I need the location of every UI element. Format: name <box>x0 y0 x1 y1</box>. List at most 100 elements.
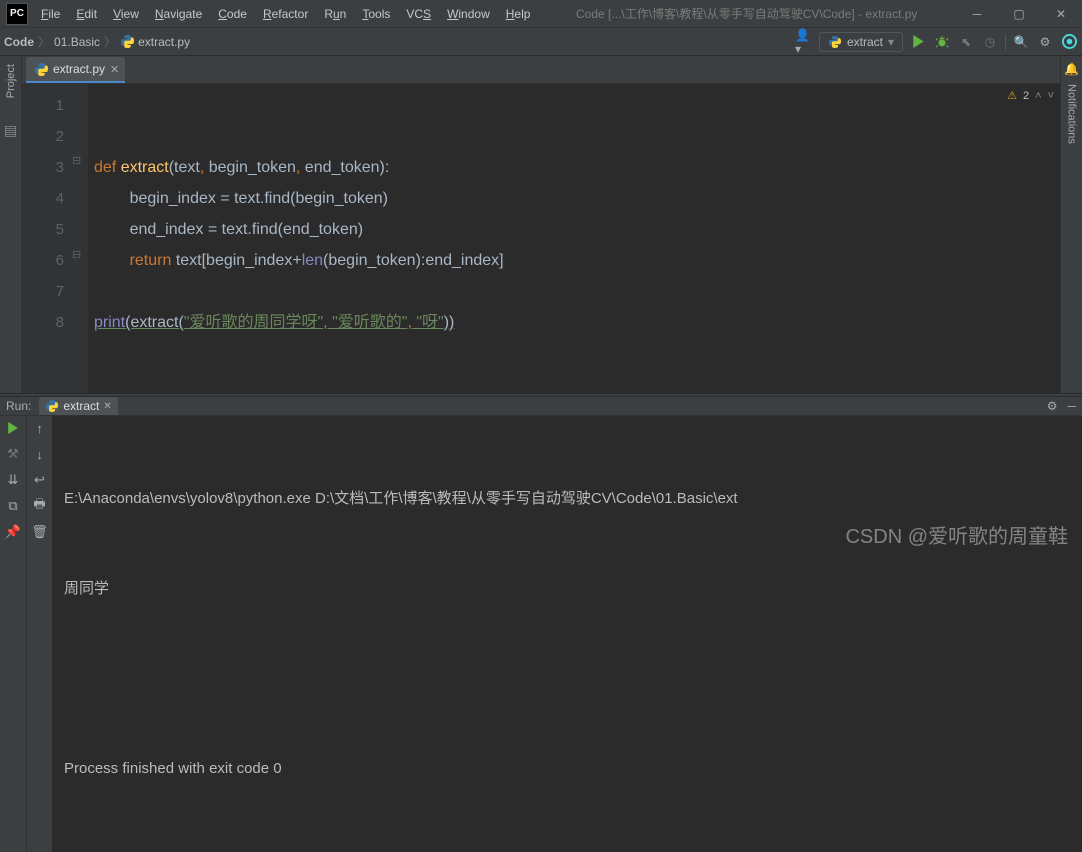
fold-start-icon[interactable]: ⊟ <box>72 154 81 167</box>
run-config-selector[interactable]: extract ▾ <box>819 32 903 52</box>
line-num: 8 <box>22 307 64 338</box>
line-num: 1 <box>22 90 64 121</box>
code-with-me-icon[interactable] <box>1060 33 1078 51</box>
inspection-widget[interactable]: ⚠ 2 ˄ ˅ <box>1007 89 1054 102</box>
profile-button[interactable]: ◷ <box>981 33 999 51</box>
run-panel: Run: extract ✕ ⚙ ─ ⚒ ⇊ ⧉ 📌 ↑ ↓ ↩ 🖶 🗑 E:\… <box>0 397 1082 575</box>
minimize-button[interactable]: ─ <box>956 0 998 28</box>
console-line: Process finished with exit code 0 <box>64 754 1070 784</box>
app-logo: PC <box>6 3 28 25</box>
restore-layout-icon[interactable]: ⇊ <box>5 472 21 488</box>
menu-code[interactable]: Code <box>211 4 254 24</box>
crumb-file[interactable]: extract.py <box>138 35 190 49</box>
run-body: ⚒ ⇊ ⧉ 📌 ↑ ↓ ↩ 🖶 🗑 E:\Anaconda\envs\yolov… <box>0 416 1082 852</box>
python-file-icon <box>828 35 842 49</box>
search-everywhere-button[interactable]: 🔍 <box>1012 33 1030 51</box>
crumb-sep: 〉 <box>38 33 50 50</box>
code-text[interactable]: def extract(text, begin_token, end_token… <box>88 84 1060 393</box>
run-config-label: extract <box>847 35 883 49</box>
layout-icon[interactable]: ⧉ <box>5 498 21 514</box>
scroll-up-icon[interactable]: ↑ <box>32 420 48 436</box>
python-file-icon <box>45 399 59 413</box>
run-toolbar-1: ⚒ ⇊ ⧉ 📌 <box>0 416 26 852</box>
close-run-tab-icon[interactable]: ✕ <box>103 401 111 412</box>
line-num: 7 <box>22 276 64 307</box>
window-title: Code [...\工作\博客\教程\从零手写自动驾驶CV\Code] - ex… <box>537 5 956 22</box>
warning-icon: ⚠ <box>1007 89 1017 102</box>
chevron-up-icon[interactable]: ˄ <box>1035 90 1041 102</box>
print-icon[interactable]: 🖶 <box>32 498 48 514</box>
menu-window[interactable]: Window <box>440 4 497 24</box>
console-line: E:\Anaconda\envs\yolov8\python.exe D:\文档… <box>64 484 1070 514</box>
editor-area: Project ▤ extract.py ✕ 1 2 3 4 5 6 7 8 ⊟ <box>0 56 1082 393</box>
menu-tools[interactable]: Tools <box>355 4 397 24</box>
rerun-button[interactable] <box>5 420 21 436</box>
console-line <box>64 664 1070 694</box>
run-tab-label: extract <box>63 399 99 413</box>
line-num: 6 <box>22 245 64 276</box>
console-output[interactable]: E:\Anaconda\envs\yolov8\python.exe D:\文档… <box>52 416 1082 852</box>
menu-run[interactable]: Run <box>317 4 353 24</box>
left-tool-stripe: Project ▤ <box>0 56 22 393</box>
console-line: 周同学 <box>64 574 1070 604</box>
crumb-folder[interactable]: 01.Basic <box>54 35 100 49</box>
file-tab-extract[interactable]: extract.py ✕ <box>26 57 125 83</box>
nav-bar: Code 〉 01.Basic 〉 extract.py 👤▾ extract … <box>0 28 1082 56</box>
editor-tabs: extract.py ✕ <box>22 56 1060 84</box>
chevron-down-icon[interactable]: ˅ <box>1048 90 1054 102</box>
python-file-icon <box>120 35 134 49</box>
close-button[interactable]: ✕ <box>1040 0 1082 28</box>
maximize-button[interactable]: ▢ <box>998 0 1040 28</box>
hide-panel-icon[interactable]: ─ <box>1067 399 1076 413</box>
line-num: 2 <box>22 121 64 152</box>
pin-icon[interactable]: 📌 <box>5 524 21 540</box>
right-tool-stripe: 🔔 Notifications <box>1060 56 1082 393</box>
user-icon[interactable]: 👤▾ <box>795 33 813 51</box>
soft-wrap-icon[interactable]: ↩ <box>32 472 48 488</box>
run-header: Run: extract ✕ ⚙ ─ <box>0 397 1082 416</box>
project-tool-tab[interactable]: Project <box>3 60 19 102</box>
menu-edit[interactable]: Edit <box>69 4 104 24</box>
python-file-icon <box>34 62 48 76</box>
menu-help[interactable]: Help <box>499 4 538 24</box>
stop-button[interactable]: ⚒ <box>5 446 21 462</box>
notifications-icon[interactable]: 🔔 <box>1064 62 1079 76</box>
crumb-root[interactable]: Code <box>4 35 34 49</box>
scroll-down-icon[interactable]: ↓ <box>32 446 48 462</box>
file-tab-label: extract.py <box>53 62 105 76</box>
run-coverage-button[interactable]: ⬉ <box>957 33 975 51</box>
run-title: Run: <box>6 399 31 413</box>
menu-view[interactable]: View <box>106 4 146 24</box>
project-folder-icon[interactable]: ▤ <box>4 122 17 139</box>
chevron-down-icon: ▾ <box>888 35 894 49</box>
line-num: 5 <box>22 214 64 245</box>
menu-refactor[interactable]: Refactor <box>256 4 315 24</box>
menu-vcs[interactable]: VCS <box>399 4 438 24</box>
code-editor[interactable]: 1 2 3 4 5 6 7 8 ⊟ ⊟ def extract(text, be… <box>22 84 1060 393</box>
menu-file[interactable]: File <box>34 4 67 24</box>
settings-button[interactable]: ⚙ <box>1036 33 1054 51</box>
run-button[interactable] <box>909 33 927 51</box>
main-menu: File Edit View Navigate Code Refactor Ru… <box>34 4 537 24</box>
notifications-tool-tab[interactable]: Notifications <box>1064 80 1080 148</box>
warning-count: 2 <box>1023 90 1029 102</box>
run-toolbar-2: ↑ ↓ ↩ 🖶 🗑 <box>26 416 52 852</box>
menu-navigate[interactable]: Navigate <box>148 4 209 24</box>
fold-end-icon[interactable]: ⊟ <box>72 248 81 261</box>
clear-icon[interactable]: 🗑 <box>32 524 48 540</box>
window-controls: ─ ▢ ✕ <box>956 0 1082 28</box>
line-num: 3 <box>22 152 64 183</box>
debug-button[interactable] <box>933 33 951 51</box>
run-tab[interactable]: extract ✕ <box>39 397 117 415</box>
fold-gutter: ⊟ ⊟ <box>70 84 88 393</box>
line-number-gutter: 1 2 3 4 5 6 7 8 <box>22 84 70 393</box>
title-bar: PC File Edit View Navigate Code Refactor… <box>0 0 1082 28</box>
run-settings-icon[interactable]: ⚙ <box>1047 399 1058 413</box>
close-tab-icon[interactable]: ✕ <box>110 63 119 76</box>
breadcrumbs: Code 〉 01.Basic 〉 extract.py <box>4 33 190 50</box>
editor-main: extract.py ✕ 1 2 3 4 5 6 7 8 ⊟ ⊟ def ext… <box>22 56 1060 393</box>
crumb-sep: 〉 <box>104 33 116 50</box>
nav-right: 👤▾ extract ▾ ⬉ ◷ 🔍 ⚙ <box>795 32 1078 52</box>
line-num: 4 <box>22 183 64 214</box>
run-header-tools: ⚙ ─ <box>1047 399 1076 413</box>
